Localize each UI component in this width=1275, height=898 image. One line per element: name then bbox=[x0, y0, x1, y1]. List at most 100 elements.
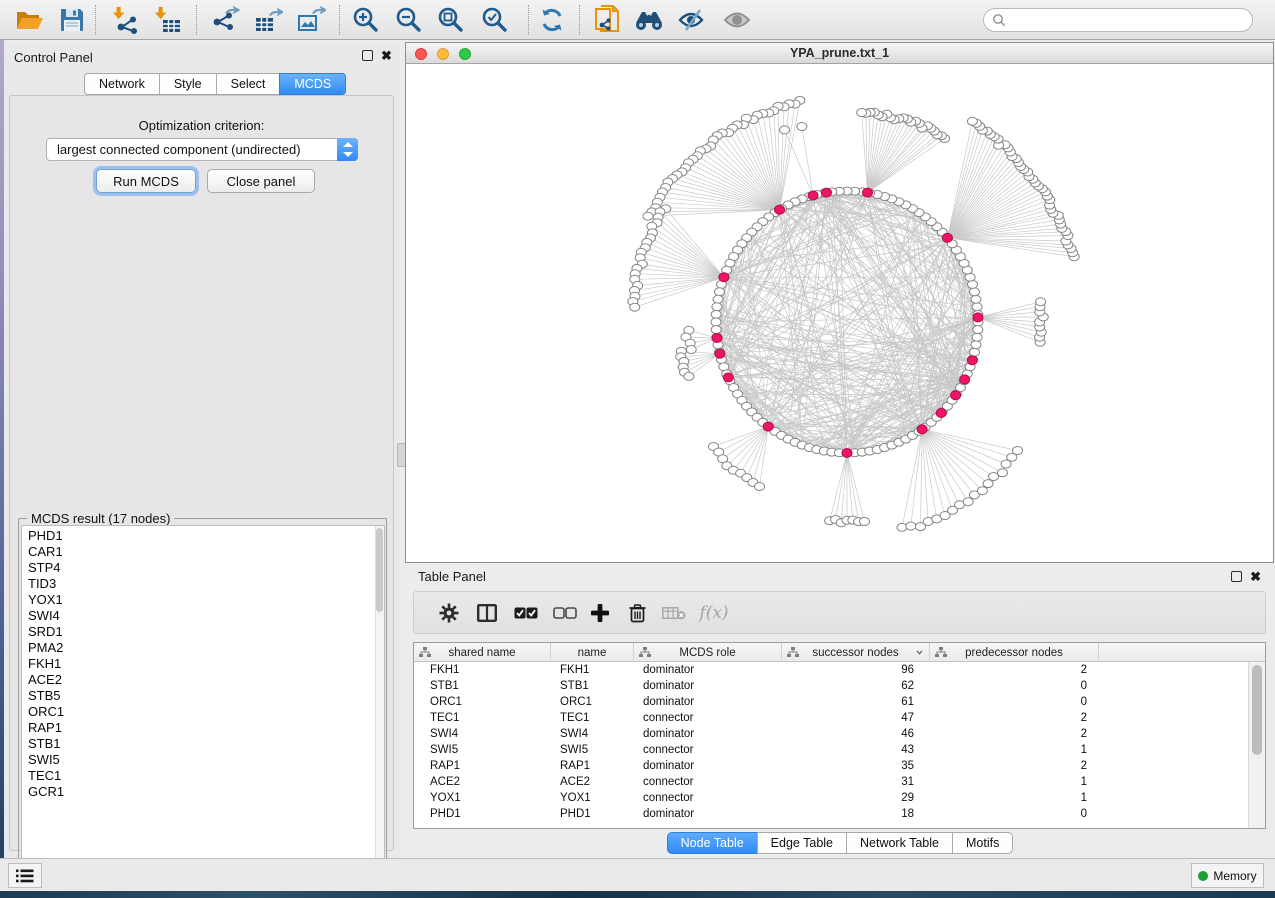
show-all-icon[interactable] bbox=[721, 6, 753, 34]
result-node-label[interactable]: TID3 bbox=[28, 576, 384, 592]
cell-shared_name: ORC1 bbox=[414, 694, 551, 710]
table-row[interactable]: TEC1TEC1connector472 bbox=[414, 710, 1248, 726]
open-file-icon[interactable] bbox=[14, 6, 46, 34]
desktop-wallpaper-bottom bbox=[0, 891, 1275, 898]
close-panel-icon[interactable]: ✖ bbox=[381, 50, 392, 61]
result-node-label[interactable]: STB1 bbox=[28, 736, 384, 752]
network-graph[interactable] bbox=[406, 64, 1273, 562]
table-row[interactable]: SWI5SWI5connector431 bbox=[414, 742, 1248, 758]
import-table-icon[interactable] bbox=[152, 6, 184, 34]
delete-table-icon bbox=[659, 600, 689, 626]
table-row[interactable]: ACE2ACE2connector311 bbox=[414, 774, 1248, 790]
float-panel-icon[interactable] bbox=[362, 50, 373, 61]
zoom-in-icon[interactable] bbox=[349, 6, 381, 34]
search-network-icon[interactable] bbox=[633, 6, 665, 34]
float-table-panel-icon[interactable] bbox=[1231, 571, 1242, 582]
result-node-label[interactable]: STP4 bbox=[28, 560, 384, 576]
table-row[interactable]: YOX1YOX1connector291 bbox=[414, 790, 1248, 806]
search-input[interactable] bbox=[1006, 13, 1226, 27]
refresh-icon[interactable] bbox=[536, 6, 568, 34]
network-window-titlebar[interactable]: YPA_prune.txt_1 bbox=[406, 43, 1273, 64]
result-node-label[interactable]: SWI4 bbox=[28, 608, 384, 624]
tab-network[interactable]: Network bbox=[84, 73, 159, 95]
result-node-label[interactable]: ORC1 bbox=[28, 704, 384, 720]
add-icon[interactable] bbox=[587, 600, 613, 626]
zoom-fit-icon[interactable] bbox=[434, 6, 466, 34]
cell-name: SWI5 bbox=[551, 742, 634, 758]
cell-name: RAP1 bbox=[551, 758, 634, 774]
cell-predecessor_nodes: 0 bbox=[930, 806, 1099, 822]
select-all-icon[interactable] bbox=[511, 600, 541, 626]
cell-mcds_role: dominator bbox=[634, 726, 782, 742]
column-label: predecessor nodes bbox=[965, 647, 1063, 659]
export-network-icon[interactable] bbox=[209, 6, 241, 34]
result-node-label[interactable]: SWI5 bbox=[28, 752, 384, 768]
zoom-selected-icon[interactable] bbox=[478, 6, 510, 34]
cell-predecessor_nodes: 1 bbox=[930, 774, 1099, 790]
result-scrollbar[interactable] bbox=[375, 526, 384, 885]
result-node-label[interactable]: CAR1 bbox=[28, 544, 384, 560]
tab-style[interactable]: Style bbox=[159, 73, 216, 95]
close-table-panel-icon[interactable]: ✖ bbox=[1250, 571, 1261, 582]
table-scrollbar[interactable] bbox=[1248, 662, 1265, 828]
gear-icon[interactable] bbox=[436, 600, 462, 626]
export-table-icon[interactable] bbox=[252, 6, 284, 34]
result-node-label[interactable]: STB5 bbox=[28, 688, 384, 704]
table-row[interactable]: FKH1FKH1dominator962 bbox=[414, 662, 1248, 678]
cell-mcds_role: dominator bbox=[634, 694, 782, 710]
table-row[interactable]: PHD1PHD1dominator180 bbox=[414, 806, 1248, 822]
search-box[interactable] bbox=[983, 8, 1253, 32]
close-panel-button[interactable]: Close panel bbox=[207, 169, 315, 193]
tab-mcds[interactable]: MCDS bbox=[279, 73, 346, 95]
result-node-label[interactable]: PMA2 bbox=[28, 640, 384, 656]
zoom-out-icon[interactable] bbox=[392, 6, 424, 34]
result-node-label[interactable]: GCR1 bbox=[28, 784, 384, 800]
column-header-shared-name[interactable]: shared name bbox=[414, 643, 551, 662]
cell-mcds_role: dominator bbox=[634, 806, 782, 822]
tab-motifs[interactable]: Motifs bbox=[952, 832, 1013, 854]
result-node-label[interactable]: YOX1 bbox=[28, 592, 384, 608]
cell-predecessor_nodes: 1 bbox=[930, 742, 1099, 758]
result-node-label[interactable]: TEC1 bbox=[28, 768, 384, 784]
column-header-successor-nodes[interactable]: successor nodes bbox=[782, 643, 930, 662]
cell-shared_name: TEC1 bbox=[414, 710, 551, 726]
result-node-label[interactable]: FKH1 bbox=[28, 656, 384, 672]
result-node-label[interactable]: ACE2 bbox=[28, 672, 384, 688]
column-header-MCDS-role[interactable]: MCDS role bbox=[634, 643, 782, 662]
export-image-icon[interactable] bbox=[295, 6, 327, 34]
columns-icon[interactable] bbox=[474, 600, 500, 626]
toolbar-separator bbox=[339, 5, 340, 35]
delete-icon[interactable] bbox=[624, 600, 650, 626]
node-table-body[interactable]: FKH1FKH1dominator962STB1STB1dominator620… bbox=[414, 662, 1248, 828]
table-row[interactable]: RAP1RAP1dominator352 bbox=[414, 758, 1248, 774]
cell-name: TEC1 bbox=[551, 710, 634, 726]
cell-shared_name: STB1 bbox=[414, 678, 551, 694]
table-row[interactable]: SWI4SWI4dominator462 bbox=[414, 726, 1248, 742]
deselect-all-icon[interactable] bbox=[550, 600, 580, 626]
memory-button[interactable]: Memory bbox=[1191, 863, 1264, 888]
run-mcds-button[interactable]: Run MCDS bbox=[96, 169, 196, 193]
optimization-criterion-select[interactable]: largest connected component (undirected) bbox=[46, 138, 358, 161]
tab-edge-table[interactable]: Edge Table bbox=[757, 832, 846, 854]
tab-select[interactable]: Select bbox=[216, 73, 280, 95]
cell-shared_name: SWI4 bbox=[414, 726, 551, 742]
mcds-result-list[interactable]: PHD1CAR1STP4TID3YOX1SWI4SRD1PMA2FKH1ACE2… bbox=[21, 525, 385, 886]
table-panel-title: Table Panel bbox=[418, 569, 486, 584]
cell-shared_name: PHD1 bbox=[414, 806, 551, 822]
import-network-icon[interactable] bbox=[110, 6, 142, 34]
share-document-icon[interactable] bbox=[591, 6, 623, 34]
result-node-label[interactable]: RAP1 bbox=[28, 720, 384, 736]
cell-successor_nodes: 96 bbox=[782, 662, 930, 678]
cell-mcds_role: dominator bbox=[634, 662, 782, 678]
column-header-predecessor-nodes[interactable]: predecessor nodes bbox=[930, 643, 1099, 662]
result-node-label[interactable]: PHD1 bbox=[28, 528, 384, 544]
table-row[interactable]: ORC1ORC1dominator610 bbox=[414, 694, 1248, 710]
hide-selected-icon[interactable] bbox=[676, 6, 708, 34]
result-node-label[interactable]: SRD1 bbox=[28, 624, 384, 640]
save-session-icon[interactable] bbox=[56, 6, 88, 34]
tab-network-table[interactable]: Network Table bbox=[846, 832, 952, 854]
column-header-name[interactable]: name bbox=[551, 643, 634, 662]
tab-node-table[interactable]: Node Table bbox=[667, 832, 757, 854]
table-row[interactable]: STB1STB1dominator620 bbox=[414, 678, 1248, 694]
task-history-button[interactable] bbox=[8, 863, 42, 888]
